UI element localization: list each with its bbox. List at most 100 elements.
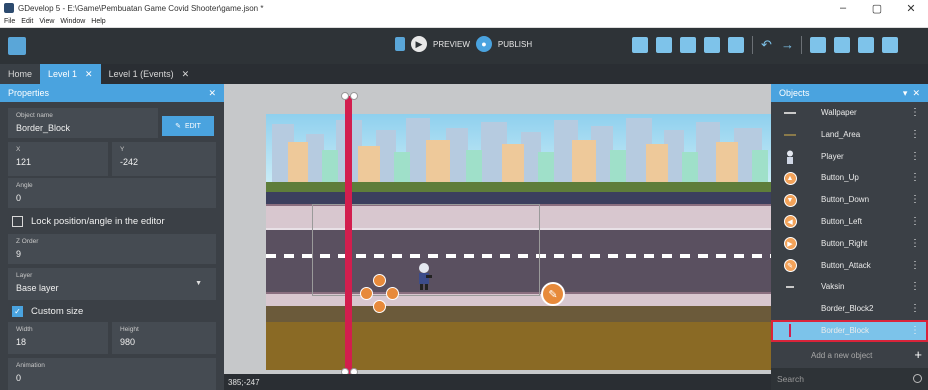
publish-globe-icon[interactable]: ● [475,36,492,52]
more-options-icon[interactable]: ⋮ [910,193,920,207]
undo-icon[interactable]: ↶ [761,38,773,51]
objects-panel-icon[interactable] [632,37,648,53]
tab-level-1-events[interactable]: Level 1 (Events) ✕ [101,64,198,84]
button-down-icon[interactable] [373,300,386,313]
close-icon[interactable]: ✕ [182,69,190,80]
more-options-icon[interactable]: ⋮ [910,106,920,120]
object-item-land-area[interactable]: Land_Area ⋮ [771,124,928,146]
instances-list-icon[interactable] [704,37,720,53]
z-order-field[interactable]: Z Order 9 [8,234,216,264]
properties-panel: Properties ✕ Object name Border_Block ✎ … [0,84,224,390]
minimize-button[interactable]: – [826,2,860,14]
menu-view[interactable]: View [39,18,54,25]
more-options-icon[interactable]: ⋮ [910,280,920,294]
more-options-icon[interactable]: ⋮ [910,259,920,273]
close-window-button[interactable]: ✕ [894,2,928,15]
layer-select[interactable]: Layer Base layer ▼ [8,268,216,300]
object-item-vaksin[interactable]: Vaksin ⋮ [771,276,928,298]
dpad-buttons [360,274,400,314]
object-item-player[interactable]: Player ⋮ [771,146,928,168]
button-left-icon[interactable] [360,287,373,300]
object-item-button-down[interactable]: ▼ Button_Down ⋮ [771,189,928,211]
object-item-border-block2[interactable]: Border_Block2 ⋮ [771,298,928,320]
line-icon [783,280,797,294]
preview-play-icon[interactable]: ▶ [411,36,427,52]
angle-field[interactable]: Angle 0 [8,178,216,208]
menu-help[interactable]: Help [91,18,105,25]
object-name: Button_Up [821,173,859,183]
field-value: 980 [120,337,136,347]
panel-title: Objects [779,88,810,98]
filter-icon[interactable]: ▾ [903,88,908,98]
x-position-field[interactable]: X 121 [8,142,108,176]
field-label: Width [16,326,33,333]
more-options-icon[interactable]: ⋮ [910,324,920,338]
objects-header: Objects ▾ ✕ [771,84,928,102]
dropdown-arrow-icon: ▼ [195,280,202,287]
maximize-button[interactable]: ▢ [860,2,894,15]
resize-handle-top-right[interactable] [350,92,358,100]
resize-handle-top-left[interactable] [341,92,349,100]
object-name: Border_Block [821,325,870,335]
more-options-icon[interactable]: ⋮ [910,237,920,251]
field-label: Layer [16,272,33,279]
player-icon [419,263,432,290]
checkbox-checked-icon: ✓ [12,305,23,317]
object-item-button-up[interactable]: ▲ Button_Up ⋮ [771,167,928,189]
close-icon[interactable]: ✕ [208,88,216,99]
height-field[interactable]: Height 980 [112,322,216,354]
preview-button[interactable]: PREVIEW [433,40,470,49]
publish-button[interactable]: PUBLISH [498,40,532,49]
button-up-icon[interactable] [373,274,386,287]
field-value: 0 [16,193,22,203]
scene-properties-icon[interactable] [810,37,826,53]
attack-icon: ✎ [548,288,558,301]
close-icon[interactable]: ✕ [912,88,920,98]
lock-position-checkbox[interactable]: Lock position/angle in the editor [0,212,224,230]
object-name-field[interactable]: Object name Border_Block [8,108,158,138]
search-placeholder: Search [777,374,804,384]
menu-edit[interactable]: Edit [21,18,33,25]
close-icon[interactable]: ✕ [85,69,93,80]
tab-home[interactable]: Home [0,64,41,84]
object-item-border-block[interactable]: Border_Block ⋮ [771,319,928,342]
border-block-instance[interactable] [345,96,352,374]
width-field[interactable]: Width 18 [8,322,108,354]
field-label: X [16,146,21,153]
animation-field[interactable]: Animation 0 [8,358,216,390]
button-right-icon[interactable] [386,287,399,300]
y-position-field[interactable]: Y -242 [112,142,216,176]
object-item-wallpaper[interactable]: Wallpaper ⋮ [771,102,928,124]
properties-panel-icon[interactable] [680,37,696,53]
layers-icon[interactable] [728,37,744,53]
player-sprite[interactable] [416,262,432,290]
more-options-icon[interactable]: ⋮ [910,171,920,185]
scene-canvas[interactable]: ✎ [224,84,771,374]
more-options-icon[interactable]: ⋮ [910,215,920,229]
object-groups-icon[interactable] [656,37,672,53]
tab-level-1[interactable]: Level 1 ✕ [40,64,101,84]
more-options-icon[interactable]: ⋮ [910,302,920,316]
object-search-input[interactable]: Search [771,368,928,390]
toolbar-separator [801,36,802,54]
object-item-button-left[interactable]: ◀ Button_Left ⋮ [771,211,928,233]
custom-size-checkbox[interactable]: ✓ Custom size [0,302,224,320]
menu-window[interactable]: Window [60,18,85,25]
attack-button-sprite[interactable]: ✎ [541,282,565,306]
edit-object-button[interactable]: ✎ EDIT [162,116,214,136]
grid-icon[interactable] [834,37,850,53]
menu-file[interactable]: File [4,18,15,25]
more-options-icon[interactable]: ⋮ [910,150,920,164]
zoom-icon[interactable] [858,37,874,53]
add-new-object-button[interactable]: Add a new object + [771,346,928,364]
editor-settings-icon[interactable] [882,37,898,53]
object-item-button-attack[interactable]: ✎ Button_Attack ⋮ [771,255,928,277]
object-name: Wallpaper [821,108,857,117]
redo-icon[interactable]: → [781,38,794,51]
project-manager-icon[interactable] [8,37,26,55]
object-name: Button_Right [821,238,868,248]
object-item-button-right[interactable]: ▶ Button_Right ⋮ [771,233,928,255]
debug-icon[interactable] [395,37,405,51]
more-options-icon[interactable]: ⋮ [910,128,920,142]
object-name: Vaksin [821,282,845,292]
